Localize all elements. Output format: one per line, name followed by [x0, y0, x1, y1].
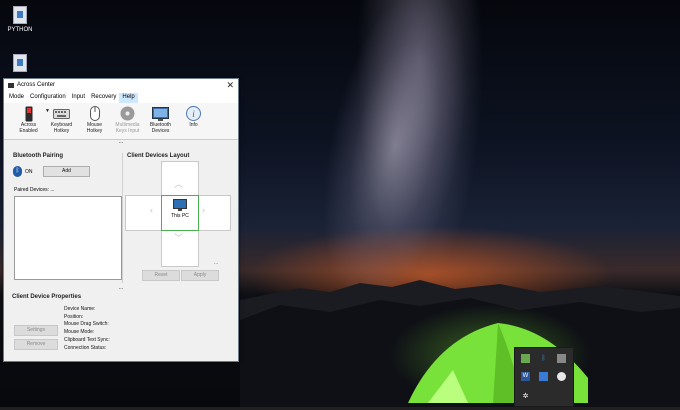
multimedia-keys-label: Multimedia Keys Input: [115, 122, 140, 134]
bluetooth-icon[interactable]: ᛒ: [539, 354, 548, 363]
paired-devices-label: Paired Devices: ...: [14, 187, 55, 193]
bluetooth-icon: ᛒ: [13, 166, 22, 177]
info-button[interactable]: i Info: [177, 103, 210, 128]
layout-more-dots[interactable]: ...: [214, 260, 218, 266]
keyboard-hotkey-button[interactable]: Keyboard Hotkey: [45, 103, 78, 134]
this-pc-label: This PC: [171, 213, 189, 219]
monitor-icon: [173, 199, 187, 211]
bluetooth-devices-button[interactable]: Bluetooth Devices: [144, 103, 177, 134]
mouse-mode-field: Mouse Mode:: [64, 329, 95, 336]
across-enabled-button[interactable]: Across Enabled ▼: [12, 103, 50, 134]
device-name-field: Device Name:: [64, 306, 96, 312]
multimedia-keys-button[interactable]: Multimedia Keys Input: [111, 103, 144, 134]
mouse-hotkey-label: Mouse Hotkey: [86, 122, 103, 134]
menu-configuration[interactable]: Configuration: [27, 93, 69, 103]
app-icon: [8, 83, 14, 88]
desktop-icon-python[interactable]: PYTHON: [0, 6, 40, 33]
settings-button[interactable]: Settings: [14, 325, 58, 336]
client-layout-title: Client Devices Layout: [127, 153, 190, 159]
desktop-icon-file[interactable]: [0, 54, 40, 75]
property-fields: Device Name: Position: Mouse Drag Switch…: [64, 306, 110, 352]
menu-mode[interactable]: Mode: [6, 93, 27, 103]
mouse-drag-switch-field: Mouse Drag Switch:: [64, 321, 109, 328]
media-disc-icon: [111, 105, 144, 122]
chrome-icon[interactable]: [557, 372, 566, 381]
menu-help[interactable]: Help: [119, 93, 138, 103]
settings-icon[interactable]: ✲: [521, 392, 530, 401]
window-title: Across Center: [17, 82, 56, 88]
menu-bar: Mode Configuration Input Recovery Help: [4, 93, 238, 103]
section-collapse-dots[interactable]: ...: [4, 285, 238, 291]
bluetooth-pairing-title: Bluetooth Pairing: [13, 153, 63, 159]
keyboard-hotkey-label: Keyboard Hotkey: [50, 122, 73, 134]
remove-button[interactable]: Remove: [14, 339, 58, 350]
device-icon[interactable]: [557, 354, 566, 363]
close-button[interactable]: ✕: [226, 80, 234, 91]
add-button[interactable]: Add: [43, 166, 90, 177]
position-field: Position:: [64, 313, 84, 320]
title-bar[interactable]: Across Center ✕: [4, 79, 238, 93]
client-properties-title: Client Device Properties: [12, 294, 82, 300]
across-enabled-label: Across Enabled: [19, 122, 38, 134]
bluetooth-devices-label: Bluetooth Devices: [149, 122, 172, 134]
toolbar-collapse-dots[interactable]: ...: [4, 139, 238, 146]
chat-icon[interactable]: [521, 354, 530, 363]
info-icon: i: [177, 105, 210, 122]
keyboard-icon: [45, 105, 78, 122]
word-icon[interactable]: W: [521, 372, 530, 381]
reset-button[interactable]: Reset: [142, 270, 180, 281]
arrow-up-icon[interactable]: ︿: [174, 180, 183, 189]
mouse-icon: [78, 105, 111, 122]
paired-devices-list[interactable]: [14, 196, 122, 280]
clipboard-text-sync-field: Clipboard Text Sync:: [64, 336, 110, 343]
bluetooth-pairing-panel: Bluetooth Pairing ᛒ ON Add Paired Device…: [10, 153, 122, 283]
across-center-window: Across Center ✕ Mode Configuration Input…: [3, 78, 239, 362]
desktop-icon-label: PYTHON: [7, 27, 33, 33]
arrow-right-icon[interactable]: ›: [202, 206, 205, 215]
connection-status-field: Connection Status:: [64, 344, 107, 351]
folder-icon: [13, 6, 27, 24]
mail-icon[interactable]: [539, 372, 548, 381]
apply-button[interactable]: Apply: [181, 270, 219, 281]
info-label: Info: [189, 122, 198, 128]
client-device-properties-panel: Client Device Properties Settings Remove…: [10, 294, 236, 356]
bluetooth-toggle[interactable]: ᛒ ON: [13, 166, 33, 177]
client-devices-layout-panel: Client Devices Layout This PC ︿ ﹀ ‹ › ..…: [122, 153, 238, 283]
toolbar: Across Enabled ▼ Keyboard Hotkey Mouse H…: [4, 103, 238, 140]
mouse-hotkey-button[interactable]: Mouse Hotkey: [78, 103, 111, 134]
bluetooth-state: ON: [25, 168, 33, 175]
file-icon: [13, 54, 27, 72]
arrow-left-icon[interactable]: ‹: [150, 206, 153, 215]
menu-input[interactable]: Input: [69, 93, 88, 103]
arrow-down-icon[interactable]: ﹀: [174, 234, 183, 243]
bluetooth-devices-icon: [144, 105, 177, 122]
tray-overflow-popup: ᛒ W ✲: [514, 347, 574, 407]
menu-recovery[interactable]: Recovery: [88, 93, 119, 103]
toggle-switch-icon: [12, 105, 45, 122]
this-pc-cell[interactable]: This PC: [161, 195, 199, 231]
